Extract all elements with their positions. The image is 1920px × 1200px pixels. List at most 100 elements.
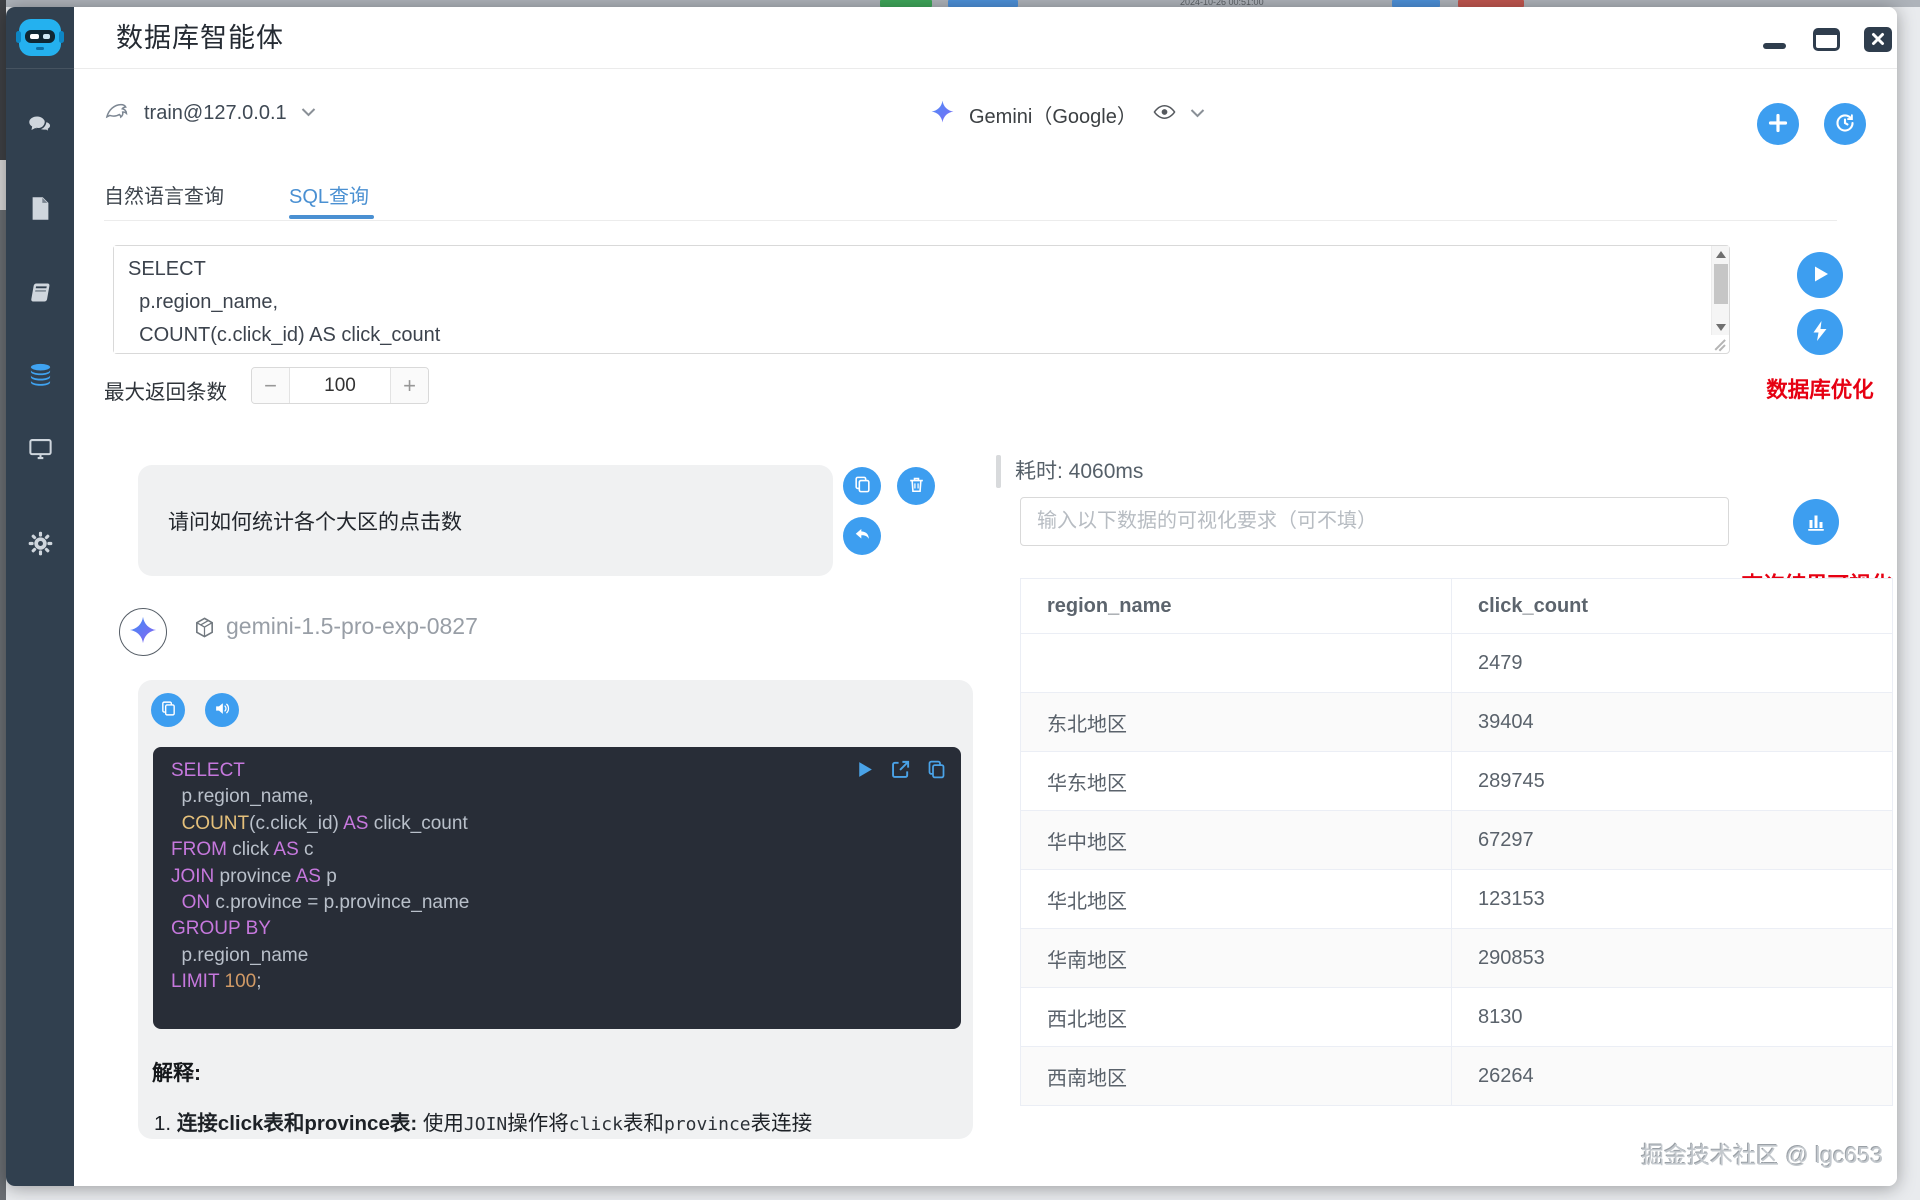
scrollbar-thumb[interactable]: [1714, 264, 1728, 304]
robot-logo-icon: [16, 15, 64, 61]
table-cell: 2479: [1451, 633, 1893, 693]
connection-label: train@127.0.0.1: [144, 101, 287, 124]
resize-grip[interactable]: [1713, 337, 1727, 352]
model-cube-icon: [193, 616, 216, 639]
table-cell: 67297: [1451, 810, 1893, 870]
table-cell: 东北地区: [1020, 692, 1452, 752]
explain-list-item: 1. 连接click表和province表: 使用JOIN操作将click表和p…: [154, 1112, 813, 1135]
eye-icon[interactable]: [1137, 104, 1176, 125]
sidebar-item-documents[interactable]: [6, 188, 74, 232]
elapsed-quote-bar: [996, 455, 1001, 488]
sql-editor-input[interactable]: SELECT p.region_name, COUNT(c.click_id) …: [114, 246, 1710, 353]
model-label: Gemini（Google）: [969, 105, 1137, 128]
code-open-button[interactable]: [890, 759, 911, 783]
gemini-sparkle-icon: [930, 99, 969, 129]
result-table: region_name click_count 2479 东北地区 39404 华东地…: [1020, 578, 1893, 1106]
table-cell: 华南地区: [1020, 928, 1452, 988]
background-chip: [948, 0, 1018, 7]
model-selector[interactable]: Gemini（Google）: [930, 99, 1205, 129]
increment-button[interactable]: +: [390, 368, 428, 403]
max-rows-label: 最大返回条数: [104, 381, 227, 404]
visualize-button[interactable]: [1793, 499, 1839, 545]
editor-scrollbar[interactable]: [1711, 246, 1729, 335]
page-title: 数据库智能体: [116, 23, 284, 53]
tab-sql-query[interactable]: SQL查询: [289, 180, 369, 209]
scroll-up-arrow[interactable]: [1712, 246, 1730, 262]
connection-selector[interactable]: train@127.0.0.1: [104, 97, 316, 129]
column-header-region-name: region_name: [1020, 578, 1452, 634]
table-row: 西南地区 26264: [1020, 1046, 1893, 1106]
read-aloud-button[interactable]: [205, 693, 239, 727]
table-row: 西北地区 8130: [1020, 987, 1893, 1047]
table-cell: 西南地区: [1020, 1046, 1452, 1106]
history-icon: [1834, 112, 1856, 137]
table-cell: 123153: [1451, 869, 1893, 929]
plus-icon: [1767, 112, 1789, 137]
table-cell: 华中地区: [1020, 810, 1452, 870]
delete-message-button[interactable]: [897, 467, 935, 505]
max-rows-stepper: − +: [251, 367, 429, 404]
column-header-click-count: click_count: [1451, 578, 1893, 634]
visualization-request-input[interactable]: [1020, 497, 1729, 546]
app-window: 数据库智能体 train@127.0.0.1 Gemini（Google） 自然…: [6, 7, 1897, 1186]
decrement-button[interactable]: −: [252, 368, 290, 403]
close-button[interactable]: [1864, 27, 1892, 52]
table-row: 华中地区 67297: [1020, 810, 1893, 870]
table-cell: 39404: [1451, 692, 1893, 752]
table-cell: 华北地区: [1020, 869, 1452, 929]
copy-icon: [926, 760, 947, 783]
maximize-button[interactable]: [1813, 28, 1840, 51]
book-icon: [27, 279, 54, 309]
sidebar-item-database[interactable]: [6, 355, 74, 399]
background-timestamp: 2024-10-26 00:51:00: [1180, 0, 1264, 7]
model-name-label: gemini-1.5-pro-exp-0827: [226, 613, 478, 639]
scroll-down-arrow[interactable]: [1712, 319, 1730, 335]
chevron-down-icon: [287, 104, 316, 122]
table-cell: 西北地区: [1020, 987, 1452, 1047]
minimize-button[interactable]: [1763, 43, 1786, 49]
table-row: 华北地区 123153: [1020, 869, 1893, 929]
table-row: 2479: [1020, 633, 1893, 693]
optimize-button[interactable]: [1797, 309, 1843, 355]
history-button[interactable]: [1824, 103, 1866, 145]
sql-code-block: SELECT p.region_name, COUNT(c.click_id) …: [153, 747, 961, 1029]
screen: 2024-10-26 00:51:00 数据库智能体 train@127.0.0…: [0, 0, 1920, 1200]
titlebar: 数据库智能体: [74, 7, 1897, 69]
copy-icon: [160, 700, 177, 720]
reply-arrow-icon: [853, 525, 872, 547]
sidebar-item-monitor[interactable]: [6, 428, 74, 472]
copy-icon: [853, 475, 872, 497]
table-cell: 华东地区: [1020, 751, 1452, 811]
sidebar-item-settings[interactable]: [6, 523, 74, 567]
background-chip: [1392, 0, 1440, 7]
table-cell: [1020, 633, 1452, 693]
play-icon: [1809, 263, 1831, 288]
table-row: 东北地区 39404: [1020, 692, 1893, 752]
user-message-bubble: 请问如何统计各个大区的点击数: [138, 465, 833, 576]
annotation-db-optimize: 数据库优化: [1766, 378, 1874, 402]
user-message-text: 请问如何统计各个大区的点击数: [168, 510, 462, 534]
max-rows-input[interactable]: [290, 368, 390, 403]
tab-natural-language-query[interactable]: 自然语言查询: [104, 180, 224, 209]
chevron-down-icon: [1176, 105, 1205, 123]
copy-message-button[interactable]: [843, 467, 881, 505]
chat-icon: [27, 112, 54, 142]
sidebar-item-knowledge[interactable]: [6, 272, 74, 316]
close-icon: [1871, 33, 1885, 49]
code-copy-button[interactable]: [926, 759, 947, 783]
sidebar-item-chat[interactable]: [6, 105, 74, 149]
document-icon: [27, 195, 54, 225]
table-cell: 290853: [1451, 928, 1893, 988]
copy-response-button[interactable]: [151, 693, 185, 727]
code-run-button[interactable]: [854, 759, 875, 783]
lightning-icon: [1809, 320, 1831, 345]
gemini-sparkle-icon: [128, 615, 158, 650]
external-link-icon: [890, 760, 911, 783]
new-session-button[interactable]: [1757, 103, 1799, 145]
run-sql-button[interactable]: [1797, 252, 1843, 298]
sidebar-divider: [6, 68, 74, 69]
background-chip: [880, 0, 932, 7]
speaker-icon: [214, 700, 231, 720]
table-cell: 26264: [1451, 1046, 1893, 1106]
resend-message-button[interactable]: [843, 517, 881, 555]
